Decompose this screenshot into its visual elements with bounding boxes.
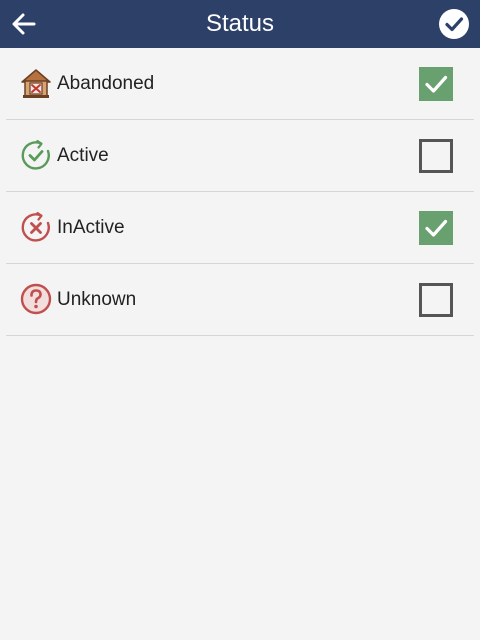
page-title: Status xyxy=(205,10,275,37)
checkmark-icon xyxy=(425,75,448,93)
status-list: Abandoned Active InActive Unknown xyxy=(6,48,474,336)
abandoned-checkbox[interactable] xyxy=(419,67,453,101)
done-check-icon[interactable] xyxy=(438,8,470,40)
unknown-question-icon xyxy=(20,283,52,315)
active-checkbox[interactable] xyxy=(419,139,453,173)
list-item-unknown[interactable]: Unknown xyxy=(6,264,474,336)
list-item-active[interactable]: Active xyxy=(6,120,474,192)
list-item-label: Active xyxy=(57,145,109,166)
checkmark-icon xyxy=(425,219,448,237)
active-check-icon xyxy=(21,139,50,170)
list-item-label: InActive xyxy=(57,217,125,238)
app-bar: Status xyxy=(0,0,480,48)
inactive-x-icon xyxy=(21,211,50,242)
list-item-abandoned[interactable]: Abandoned xyxy=(6,48,474,120)
list-item-label: Unknown xyxy=(57,289,137,310)
inactive-checkbox[interactable] xyxy=(419,211,453,245)
abandoned-house-icon xyxy=(21,69,51,98)
list-item-inactive[interactable]: InActive xyxy=(6,192,474,264)
list-item-label: Abandoned xyxy=(57,73,155,94)
unknown-checkbox[interactable] xyxy=(419,283,453,317)
